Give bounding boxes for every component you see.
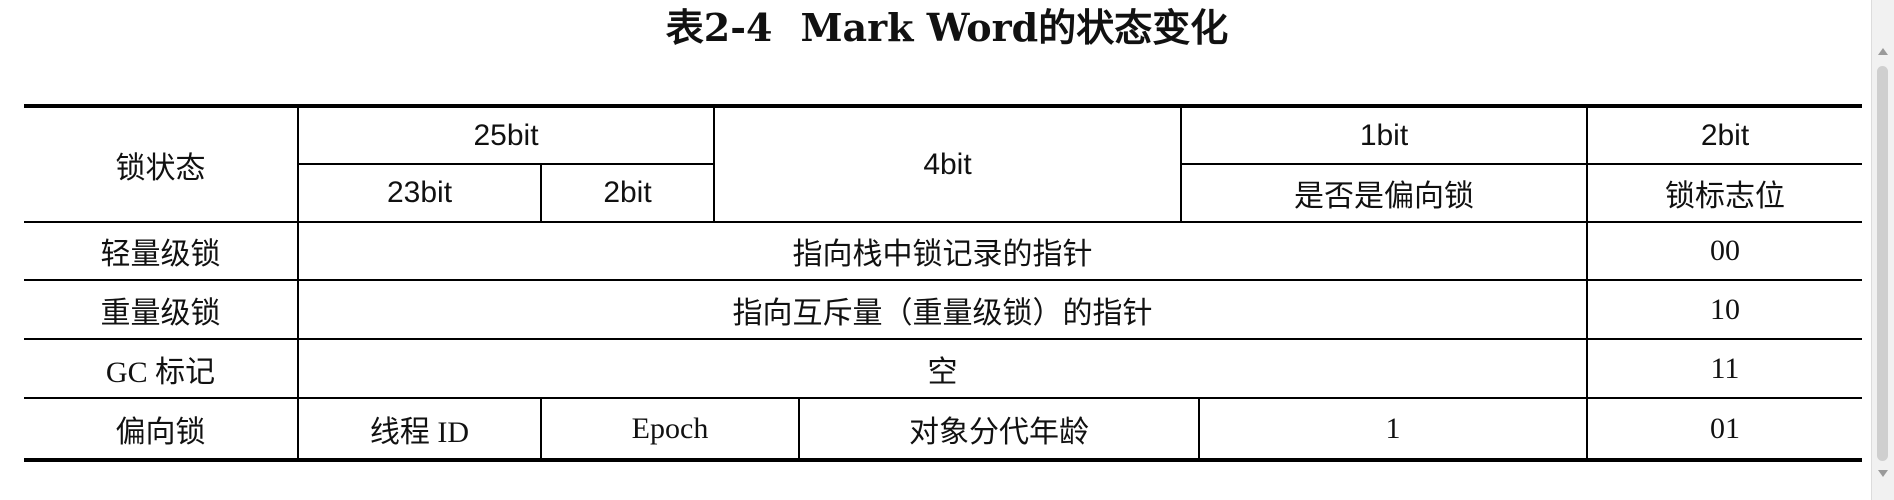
row-lightweight-content: 指向栈中锁记录的指针 [792,238,1093,271]
header-1bit: 1bit [1359,118,1409,152]
row-lightweight-flag: 00 [1710,234,1740,267]
table-number: 表2-4 [665,5,773,50]
mark-word-table: 锁状态 25bit 23bit 2bit 4bit 1bit 是否是偏向锁 2b… [24,104,1862,462]
scroll-down-icon[interactable] [1878,470,1888,477]
row-biased-thread-id: 线程 ID [369,415,470,449]
header-2bit: 2bit [603,176,652,209]
header-is-biased: 是否是偏向锁 [1294,180,1474,213]
header-flag: 锁标志位 [1665,180,1785,213]
header-lock-state: 锁状态 [115,151,206,185]
header-25bit: 25bit [473,118,539,152]
table-caption: 表2-4 Mark Word的状态变化 [0,0,1894,56]
table-title: Mark Word的状态变化 [800,5,1229,50]
header-23bit: 23bit [386,176,453,209]
row-heavyweight-flag: 10 [1710,292,1740,326]
row-gc-content: 空 [927,355,958,389]
row-biased-state: 偏向锁 [115,415,206,449]
scroll-thumb[interactable] [1877,66,1888,461]
row-gc-flag: 11 [1710,351,1740,385]
row-heavyweight-state: 重量级锁 [100,296,221,330]
row-heavyweight-content: 指向互斥量（重量级锁）的指针 [732,296,1153,330]
row-biased-flag-bit: 1 [1385,411,1401,445]
row-biased-flag: 01 [1710,411,1740,445]
vertical-scrollbar[interactable] [1871,0,1894,500]
row-lightweight-state: 轻量级锁 [100,238,221,271]
header-4bit: 4bit [923,147,972,181]
bottom-rule [24,458,1862,462]
row-biased-age: 对象分代年龄 [909,415,1089,449]
row-gc-state: GC 标记 [105,355,216,389]
row-biased-epoch: Epoch [631,411,709,445]
header-2bit-flag: 2bit [1700,118,1750,152]
